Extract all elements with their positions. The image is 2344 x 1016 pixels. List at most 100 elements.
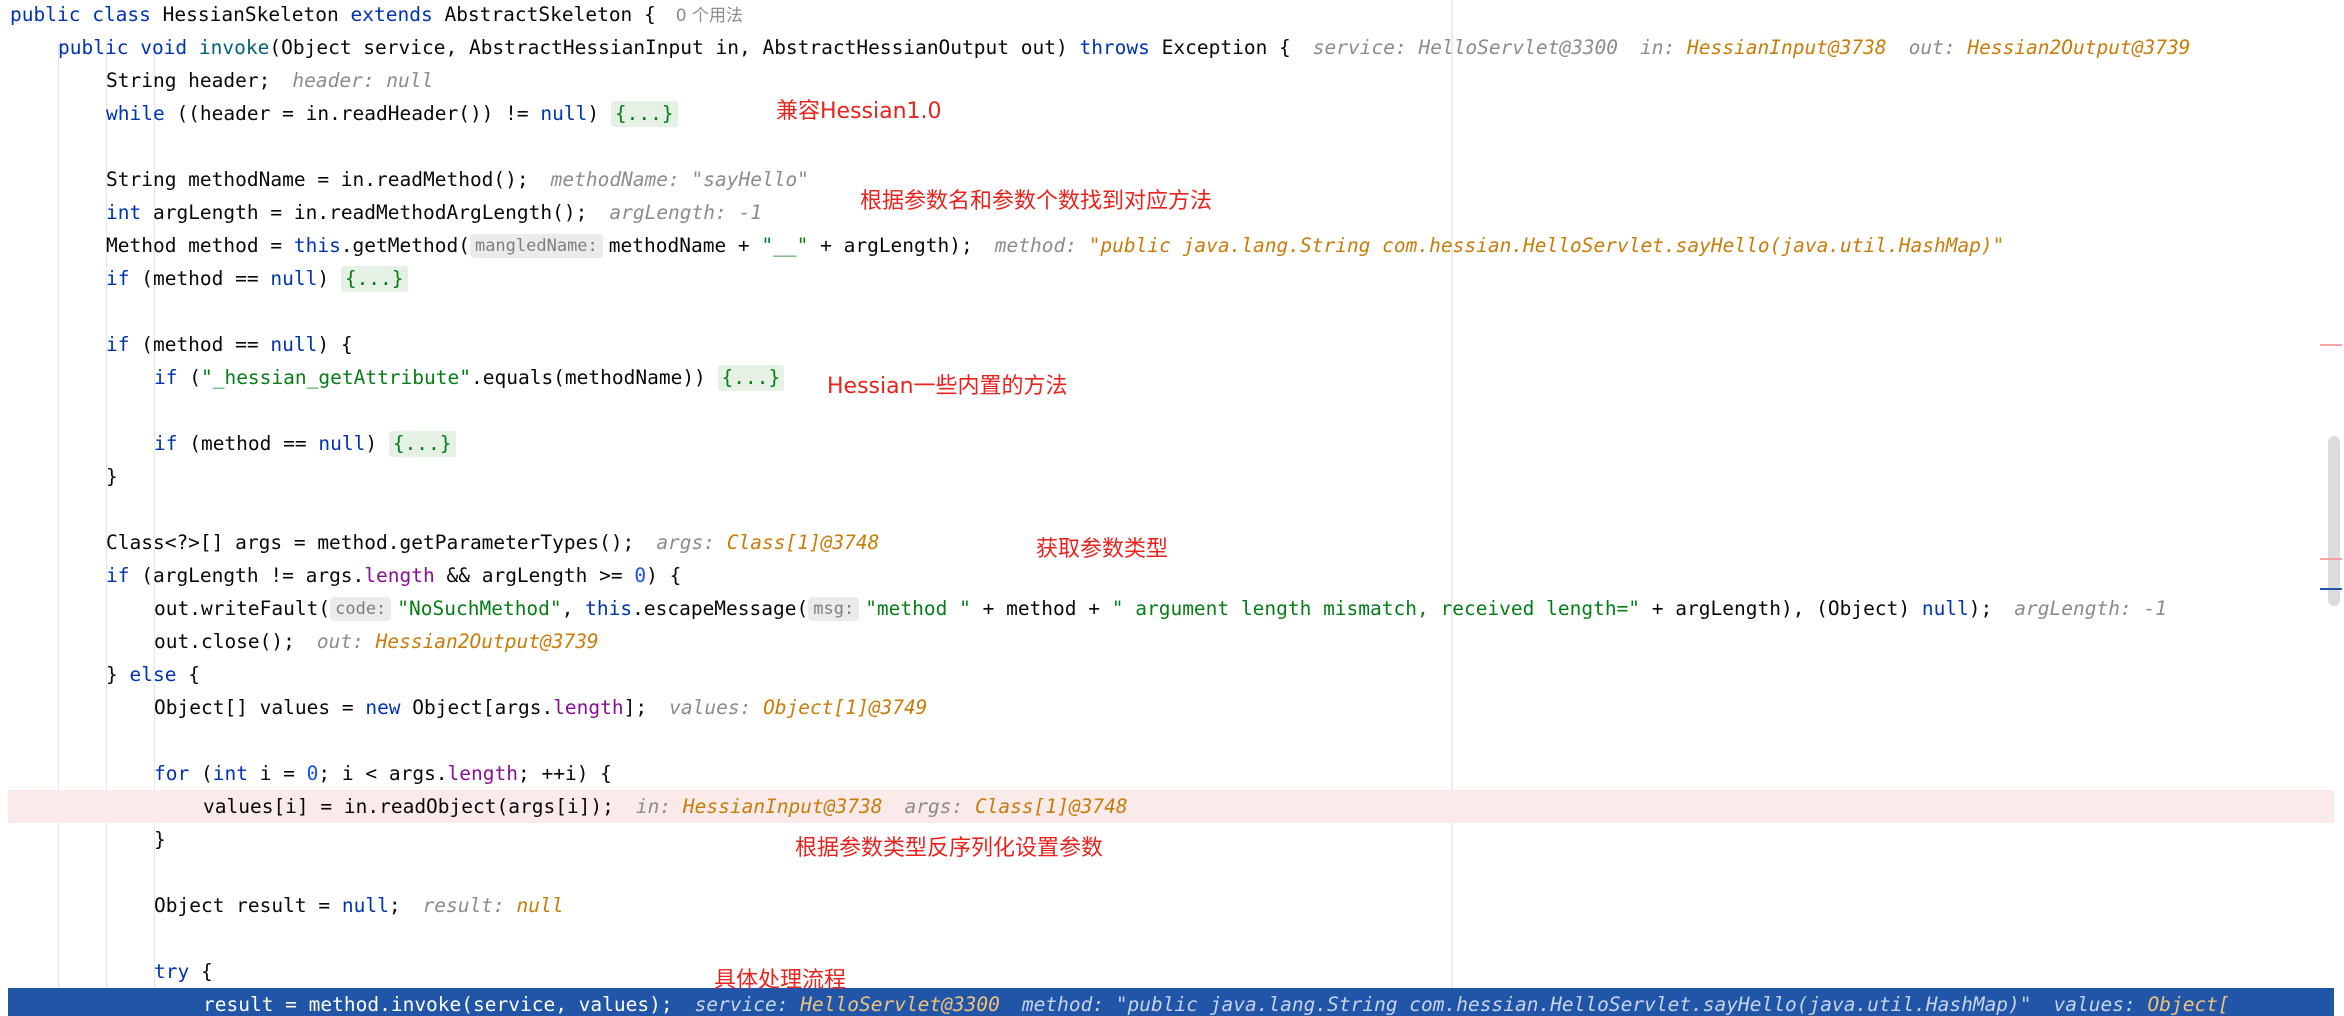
inline-hint-method: method: "public java.lang.String com.hes… [994,234,2005,257]
code-text: Exception { [1161,36,1291,59]
folded-block[interactable]: {...} [610,101,678,127]
code-line[interactable]: } else { [0,658,2344,691]
string-literal: " argument length mismatch, received len… [1111,597,1641,620]
code-text: Object[args. [400,696,554,719]
code-line[interactable]: Class<?>[] args = method.getParameterTyp… [0,526,2344,559]
code-line-invoke-decl[interactable]: public void invoke(Object service, Abstr… [0,31,2344,64]
keyword: null [1921,597,1969,620]
keyword: null [270,267,318,290]
code-line[interactable]: while ((header = in.readHeader()) != nul… [0,97,2344,130]
code-text: ; [388,894,401,917]
string-literal: "NoSuchMethod" [397,597,562,620]
annotation-builtin: Hessian一些内置的方法 [827,374,1068,399]
keyword: this [293,234,341,257]
string-literal: "method " [865,597,971,620]
keyword: while [106,102,165,125]
code-text: + method + [970,597,1112,620]
code-text: } [154,828,166,851]
code-line[interactable]: Method method = this.getMethod(mangledNa… [0,229,2344,262]
code-line-breakpoint[interactable]: values[i] = in.readObject(args[i]); in: H… [8,790,2334,823]
annotation-find-method: 根据参数名和参数个数找到对应方法 [860,189,1213,214]
keyword: public [10,3,81,26]
code-line-class-decl[interactable]: public class HessianSkeleton extends Abs… [0,0,2344,31]
number-literal: 0 [306,762,319,785]
keyword: class [92,3,151,26]
param-list: (Object service, AbstractHessianInput in… [269,36,1068,59]
code-text: String header; [106,69,271,92]
code-text: { [176,663,200,686]
inline-hint: argLength: -1 [2014,597,2167,620]
code-line[interactable]: if (argLength != args.length && argLengt… [0,559,2344,592]
code-text: { [189,960,213,983]
code-line[interactable]: } [0,460,2344,493]
code-text: argLength = in.readMethodArgLength(); [141,201,588,224]
code-line[interactable]: out.writeFault(code: "NoSuchMethod", this… [0,592,2344,625]
vertical-scrollbar[interactable] [2328,436,2340,606]
code-line[interactable]: Object result = null; result: null [0,889,2344,922]
inline-hint-service: service: HelloServlet@3300 [1312,36,1619,59]
code-line[interactable]: out.close(); out: Hessian2Output@3739 [0,625,2344,658]
code-text: ) { [646,564,682,587]
code-text: .escapeMessage( [632,597,809,620]
string-literal: "__" [761,234,809,257]
usage-count-hint[interactable]: 0 个用法 [676,6,743,26]
keyword: try [154,960,190,983]
folded-block[interactable]: {...} [340,266,408,292]
keyword: if [106,564,130,587]
code-text: ) { [317,333,353,356]
code-text: (method == [177,432,319,455]
code-line-current-execution[interactable]: result = method.invoke(service, values);… [8,988,2334,1016]
code-text: .getMethod( [340,234,470,257]
field-name: length [364,564,435,587]
code-text: Class<?>[] args = method.getParameterTyp… [106,531,635,554]
keyword: public [58,36,129,59]
code-text: out.writeFault( [154,597,331,620]
keyword: void [140,36,188,59]
code-text: ((header = in.readHeader()) != [164,102,541,125]
keyword: if [154,366,178,389]
number-literal: 0 [634,564,647,587]
keyword: null [270,333,318,356]
folded-block[interactable]: {...} [388,431,456,457]
code-text: && argLength >= [434,564,635,587]
inline-hint-args: args: Class[1]@3748 [656,531,880,554]
code-text: (method == [129,267,271,290]
param-name-hint: code: [330,597,392,621]
code-text: String methodName = in.readMethod(); [106,168,529,191]
code-line[interactable]: if ("_hessian_getAttribute".equals(metho… [0,361,2344,394]
keyword: if [154,432,178,455]
code-text: ); [1968,597,1993,620]
code-line[interactable]: for (int i = 0; i < args.length; ++i) { [0,757,2344,790]
code-line[interactable]: Object[] values = new Object[args.length… [0,691,2344,724]
code-text: values[i] = in.readObject(args[i]); [203,795,614,818]
annotation-param-types: 获取参数类型 [1036,537,1169,562]
code-text: ( [177,366,201,389]
code-line[interactable]: if (method == null) { [0,328,2344,361]
code-line[interactable]: String header; header: null [0,64,2344,97]
code-line[interactable]: try { [0,955,2344,988]
code-text: ) [587,102,611,125]
class-name: HessianSkeleton [162,3,339,26]
code-line[interactable]: if (method == null) {...} [0,262,2344,295]
inline-hint-result: result: null [422,894,564,917]
inline-hint-in: in: HessianInput@3738 [635,795,883,818]
code-text: ) [317,267,341,290]
code-line[interactable]: } [0,823,2344,856]
code-text: result = method.invoke(service, values); [203,993,673,1016]
code-text: ) [365,432,389,455]
keyword: new [365,696,401,719]
code-line[interactable]: if (method == null) {...} [0,427,2344,460]
folded-block[interactable]: {...} [717,365,785,391]
right-margin-guide [1451,0,1453,1016]
keyword: int [212,762,248,785]
error-stripe-marker[interactable] [2320,558,2342,560]
keyword: extends [350,3,433,26]
error-stripe-marker[interactable] [2320,344,2342,346]
code-text: ( [189,762,213,785]
keyword: else [129,663,177,686]
current-line-marker[interactable] [2320,588,2342,590]
code-editor[interactable]: public class HessianSkeleton extends Abs… [0,0,2344,1016]
code-text: Object result = [154,894,342,917]
param-name-hint: msg: [808,597,860,621]
code-text: , [561,597,586,620]
